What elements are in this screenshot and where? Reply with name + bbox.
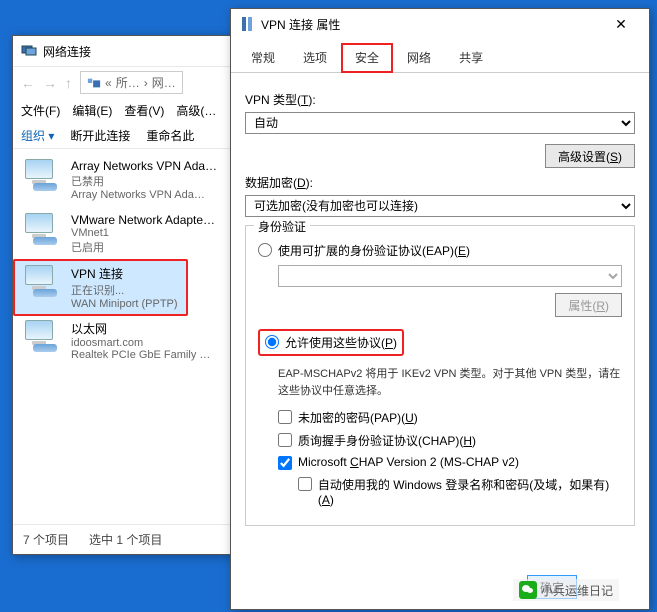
auth-group-title: 身份验证: [254, 218, 310, 235]
encryption-label: 数据加密(D):: [245, 174, 635, 191]
checkbox-auto-credentials[interactable]: [298, 477, 312, 491]
tab-security[interactable]: 安全: [341, 43, 393, 73]
properties-icon: [239, 16, 255, 32]
address-bar[interactable]: « 所… › 网…: [80, 71, 183, 94]
item-title: VPN 连接: [71, 265, 178, 282]
dialog-title: VPN 连接 属性: [261, 16, 601, 33]
protocols-description: EAP-MSCHAPv2 将用于 IKEv2 VPN 类型。对于其他 VPN 类…: [278, 366, 622, 399]
radio-eap[interactable]: [258, 243, 272, 257]
watermark-text: 小兵运维日记: [541, 582, 613, 599]
organize-button[interactable]: 组织 ▾: [21, 127, 54, 144]
menu-edit[interactable]: 编辑(E): [72, 102, 112, 119]
back-icon[interactable]: ←: [21, 75, 35, 91]
chk-mschap-label: Microsoft CHAP Version 2 (MS-CHAP v2): [298, 455, 519, 469]
adapter-icon: [21, 265, 61, 297]
folder-icon: [87, 76, 101, 90]
radio-allow-protocols[interactable]: [265, 335, 279, 349]
chk-chap-label: 质询握手身份验证协议(CHAP)(H): [298, 432, 476, 449]
menu-view[interactable]: 查看(V): [124, 102, 164, 119]
item-desc: Array Networks VPN Ada…: [71, 189, 217, 201]
item-status: 正在识别...: [71, 282, 178, 298]
chk-pap-row[interactable]: 未加密的密码(PAP)(U): [278, 409, 622, 426]
adapter-icon: [21, 320, 61, 352]
chk-mschap-row[interactable]: Microsoft CHAP Version 2 (MS-CHAP v2): [278, 455, 622, 470]
wechat-icon: [519, 581, 537, 599]
chk-auto-label: 自动使用我的 Windows 登录名称和密码(及域，如果有)(A): [318, 476, 622, 507]
item-desc: WAN Miniport (PPTP): [71, 298, 178, 310]
item-desc: VMnet1: [71, 227, 215, 239]
watermark: 小兵运维日记: [513, 579, 619, 601]
tab-share[interactable]: 共享: [445, 43, 497, 72]
close-button[interactable]: ✕: [601, 9, 641, 39]
tab-options[interactable]: 选项: [289, 43, 341, 72]
up-icon[interactable]: ↑: [65, 75, 72, 91]
item-status: idoosmart.com: [71, 337, 210, 349]
radio-eap-row[interactable]: 使用可扩展的身份验证协议(EAP)(E): [258, 242, 622, 259]
item-title: VMware Network Adapte…: [71, 213, 215, 227]
eap-properties-button: 属性(R): [555, 293, 622, 317]
list-item-selected[interactable]: VPN 连接 正在识别... WAN Miniport (PPTP): [13, 259, 188, 316]
encryption-select[interactable]: 可选加密(没有加密也可以连接): [245, 195, 635, 217]
disconnect-button[interactable]: 断开此连接: [70, 127, 130, 144]
security-panel: VPN 类型(T): 自动 高级设置(S) 数据加密(D): 可选加密(没有加密…: [231, 73, 649, 538]
rename-button[interactable]: 重命名此: [146, 127, 194, 144]
menu-advanced[interactable]: 高级(…: [176, 102, 216, 119]
crumb-sep: «: [105, 76, 112, 90]
network-icon: [21, 43, 37, 59]
checkbox-pap[interactable]: [278, 410, 292, 424]
vpn-type-select[interactable]: 自动: [245, 112, 635, 134]
radio-allow-row[interactable]: 允许使用这些协议(P): [258, 329, 404, 356]
crumb-all[interactable]: 所…: [116, 74, 140, 91]
titlebar[interactable]: VPN 连接 属性 ✕: [231, 9, 649, 39]
checkbox-chap[interactable]: [278, 433, 292, 447]
vpn-properties-dialog: VPN 连接 属性 ✕ 常规 选项 安全 网络 共享 VPN 类型(T): 自动…: [230, 8, 650, 610]
chk-chap-row[interactable]: 质询握手身份验证协议(CHAP)(H): [278, 432, 622, 449]
status-selected: 选中 1 个项目: [89, 531, 162, 548]
auth-group: 身份验证 使用可扩展的身份验证协议(EAP)(E) 属性(R) 允许使用这些协议…: [245, 225, 635, 526]
tab-strip: 常规 选项 安全 网络 共享: [231, 39, 649, 73]
item-status: 已启用: [71, 239, 215, 255]
crumb-net[interactable]: 网…: [152, 74, 176, 91]
adapter-icon: [21, 213, 61, 245]
advanced-settings-button[interactable]: 高级设置(S): [545, 144, 635, 168]
forward-icon: →: [43, 75, 57, 91]
status-count: 7 个项目: [23, 531, 69, 548]
checkbox-mschap[interactable]: [278, 456, 292, 470]
eap-method-select: [278, 265, 622, 287]
radio-allow-label: 允许使用这些协议(P): [285, 334, 397, 351]
adapter-icon: [21, 159, 61, 191]
tab-general[interactable]: 常规: [237, 43, 289, 72]
menu-file[interactable]: 文件(F): [21, 102, 60, 119]
item-status: 已禁用: [71, 173, 217, 189]
chk-auto-row[interactable]: 自动使用我的 Windows 登录名称和密码(及域，如果有)(A): [298, 476, 622, 507]
item-title: 以太网: [71, 320, 210, 337]
item-title: Array Networks VPN Ada…: [71, 159, 217, 173]
radio-eap-label: 使用可扩展的身份验证协议(EAP)(E): [278, 242, 470, 259]
vpn-type-label: VPN 类型(T):: [245, 91, 635, 108]
item-desc: Realtek PCIe GbE Family …: [71, 349, 210, 361]
chk-pap-label: 未加密的密码(PAP)(U): [298, 409, 418, 426]
tab-network[interactable]: 网络: [393, 43, 445, 72]
